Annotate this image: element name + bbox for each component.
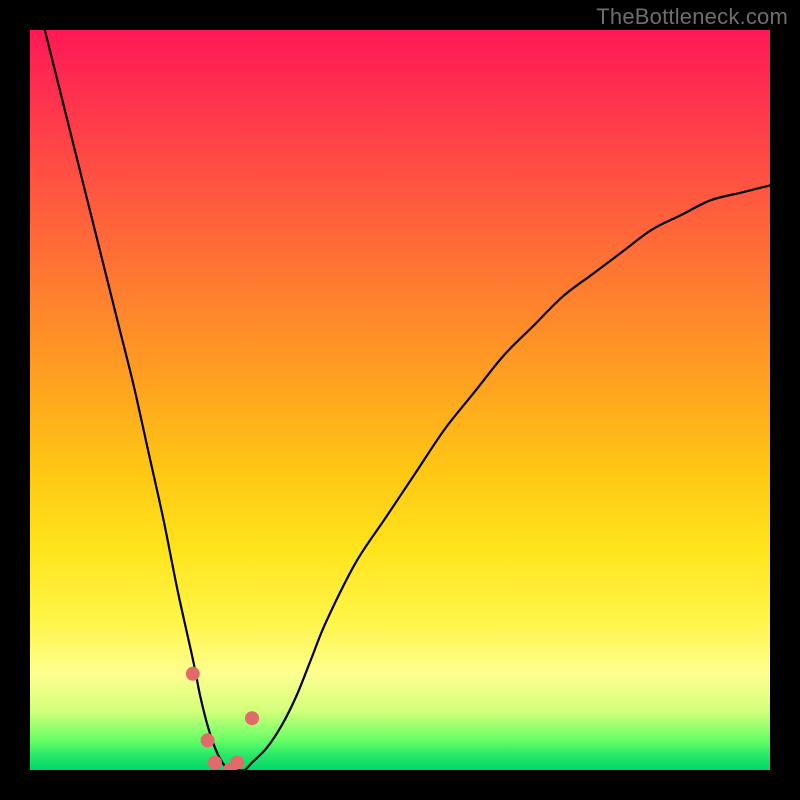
data-marker — [245, 711, 259, 725]
chart-svg — [30, 30, 770, 770]
data-marker — [230, 756, 244, 770]
bottleneck-curve — [30, 30, 770, 770]
chart-frame: TheBottleneck.com — [0, 0, 800, 800]
data-marker — [201, 733, 215, 747]
watermark-text: TheBottleneck.com — [596, 4, 788, 30]
data-marker — [186, 667, 200, 681]
plot-area — [30, 30, 770, 770]
data-marker — [208, 756, 222, 770]
